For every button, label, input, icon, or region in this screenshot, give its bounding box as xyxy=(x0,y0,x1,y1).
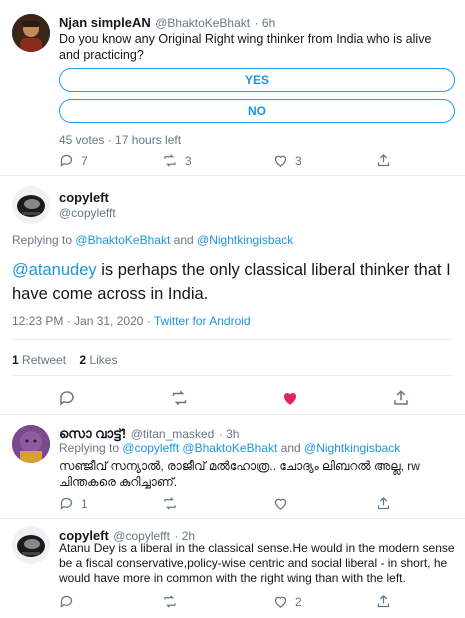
tweet-source[interactable]: Twitter for Android xyxy=(154,314,251,328)
poll-option-yes[interactable]: YES xyxy=(59,68,455,92)
reply-icon xyxy=(60,497,73,510)
reply-button[interactable] xyxy=(58,389,76,407)
share-icon xyxy=(377,496,390,510)
mention-link[interactable]: @Nightkingisback xyxy=(197,233,293,247)
heart-icon xyxy=(274,155,287,167)
mention-link[interactable]: @BhaktoKeBhakt xyxy=(75,233,170,247)
like-button[interactable]: 3 xyxy=(273,153,302,168)
divider xyxy=(0,414,465,415)
reply-button[interactable] xyxy=(59,594,74,609)
tweet-time[interactable]: 3h xyxy=(226,427,239,441)
share-button[interactable] xyxy=(392,389,410,407)
avatar[interactable] xyxy=(12,186,50,224)
retweet-icon xyxy=(164,497,176,510)
heart-icon xyxy=(274,596,287,608)
reply-button[interactable]: 7 xyxy=(59,153,88,168)
divider xyxy=(0,518,465,519)
heart-icon xyxy=(274,498,287,510)
retweet-icon xyxy=(164,595,176,608)
tweet-text: സഞ്ജീവ് സന്യാൽ, രാജീവ് മൽഹോത്ര.. ചോദ്യം … xyxy=(59,459,420,489)
mention-link[interactable]: @Nightkingisback xyxy=(304,441,400,455)
mention-link[interactable]: @atanudey xyxy=(12,261,97,279)
like-stat[interactable]: 2 Likes xyxy=(79,353,117,367)
author-name[interactable]: Njan simpleAN xyxy=(59,15,151,30)
share-button[interactable] xyxy=(376,153,391,168)
share-icon xyxy=(377,594,390,608)
retweet-icon xyxy=(172,390,187,406)
heart-filled-icon xyxy=(283,392,297,405)
reply-icon xyxy=(60,391,74,406)
retweet-button[interactable] xyxy=(162,496,178,511)
retweet-icon xyxy=(164,154,176,167)
poll-meta: 45 votes · 17 hours left xyxy=(59,133,182,147)
like-button[interactable]: 2 xyxy=(273,594,302,609)
like-button[interactable] xyxy=(273,496,288,511)
reply-count: 1 xyxy=(81,496,88,511)
avatar[interactable] xyxy=(12,425,50,463)
like-button-active[interactable] xyxy=(281,389,299,407)
retweet-button[interactable] xyxy=(162,594,178,609)
author-name[interactable]: copyleft xyxy=(59,190,109,205)
share-button[interactable] xyxy=(376,496,391,511)
author-name[interactable]: സൊ വാട്ട്! xyxy=(59,426,126,441)
author-handle[interactable]: @titan_masked xyxy=(131,427,215,441)
reply-icon xyxy=(60,595,73,608)
retweet-stat[interactable]: 1 Retweet xyxy=(12,353,66,367)
engagement-stats: 1 Retweet 2 Likes xyxy=(12,353,117,367)
retweet-button[interactable] xyxy=(170,389,189,407)
retweet-count: 3 xyxy=(185,153,192,168)
author-handle[interactable]: @BhaktoKeBhakt xyxy=(155,16,250,30)
reply-button[interactable]: 1 xyxy=(59,496,88,511)
replying-to: Replying to @BhaktoKeBhakt and @Nightkin… xyxy=(12,233,294,247)
avatar[interactable] xyxy=(12,526,50,564)
retweet-button[interactable]: 3 xyxy=(162,153,192,168)
replying-to: Replying to @copylefft @BhaktoKeBhakt an… xyxy=(59,441,401,455)
divider xyxy=(0,175,465,176)
like-count: 3 xyxy=(295,153,302,168)
share-icon xyxy=(394,390,408,405)
like-count: 2 xyxy=(295,594,302,609)
tweet-text: Do you know any Original Right wing thin… xyxy=(59,32,432,62)
share-button[interactable] xyxy=(376,594,391,609)
reply-icon xyxy=(60,154,73,167)
poll-option-no[interactable]: NO xyxy=(59,99,455,123)
mention-link[interactable]: @copylefft xyxy=(122,441,179,455)
tweet-time[interactable]: 6h xyxy=(262,16,275,30)
tweet-text: @atanudey is perhaps the only classical … xyxy=(12,261,451,303)
avatar[interactable] xyxy=(12,14,50,52)
share-icon xyxy=(377,153,390,167)
tweet-timestamp: 12:23 PM · Jan 31, 2020 · Twitter for An… xyxy=(12,314,251,328)
author-handle[interactable]: @copylefft xyxy=(59,206,116,220)
tweet-text: Atanu Dey is a liberal in the classical … xyxy=(59,541,455,585)
reply-count: 7 xyxy=(81,153,88,168)
mention-link[interactable]: @BhaktoKeBhakt xyxy=(182,441,277,455)
